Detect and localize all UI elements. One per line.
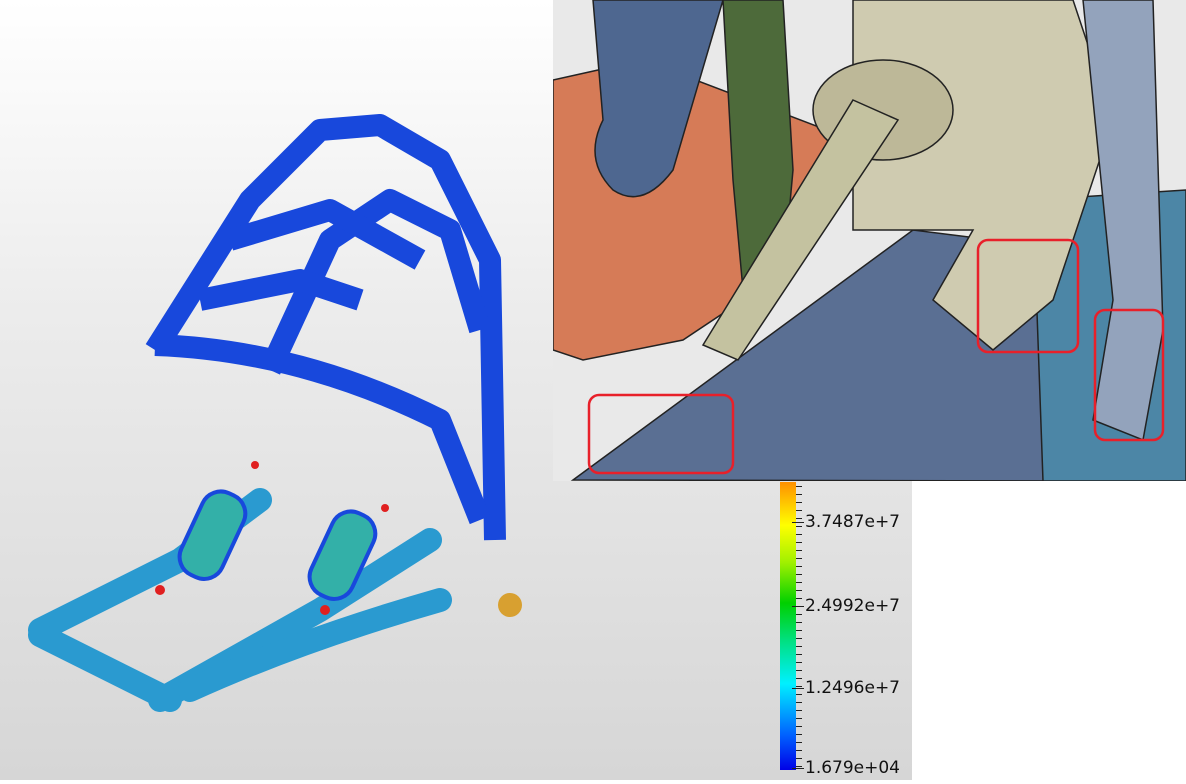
cylinders	[177, 489, 378, 601]
legend-label-mid: 1.2496e+7	[805, 678, 901, 698]
legend-minor-tick	[796, 486, 802, 487]
legend-minor-tick	[796, 566, 802, 567]
legend-minor-tick	[796, 638, 802, 639]
legend-minor-tick	[796, 494, 802, 495]
legend-minor-tick	[796, 734, 802, 735]
legend-minor-tick	[796, 526, 802, 527]
cad-render	[553, 0, 1186, 481]
legend-minor-tick	[796, 502, 802, 503]
legend-minor-tick	[796, 726, 802, 727]
legend-tick	[792, 522, 804, 523]
legend-minor-tick	[796, 654, 802, 655]
legend-minor-tick	[796, 550, 802, 551]
legend-minor-tick	[796, 678, 802, 679]
legend-minor-tick	[796, 518, 802, 519]
legend-label-min: 1.679e+04	[805, 758, 901, 778]
legend-minor-tick	[796, 510, 802, 511]
legend-label-max: 3.7487e+7	[805, 512, 901, 532]
legend-minor-tick	[796, 718, 802, 719]
legend-label-high: 2.4992e+7	[805, 596, 901, 616]
legend-tick	[792, 688, 804, 689]
legend-minor-tick	[796, 606, 802, 607]
legend-minor-tick	[796, 710, 802, 711]
legend-minor-tick	[796, 742, 802, 743]
legend-minor-tick	[796, 614, 802, 615]
bracket-frame	[145, 114, 506, 541]
legend-minor-tick	[796, 702, 802, 703]
legend-minor-tick	[796, 582, 802, 583]
legend-minor-tick	[796, 694, 802, 695]
legend-minor-tick	[796, 534, 802, 535]
legend-minor-tick	[796, 670, 802, 671]
legend-minor-tick	[796, 758, 802, 759]
legend-minor-tick	[796, 598, 802, 599]
legend-minor-tick	[796, 662, 802, 663]
legend-minor-tick	[796, 766, 802, 767]
legend-minor-tick	[796, 750, 802, 751]
legend-minor-tick	[796, 542, 802, 543]
legend-minor-tick	[796, 574, 802, 575]
color-scale-bar	[780, 482, 796, 770]
legend-minor-tick	[796, 622, 802, 623]
legend-minor-tick	[796, 686, 802, 687]
legend-tick	[792, 768, 804, 769]
legend-minor-tick	[796, 590, 802, 591]
legend-minor-tick	[796, 630, 802, 631]
legend-minor-tick	[796, 558, 802, 559]
legend-minor-tick	[796, 646, 802, 647]
cad-assembly-view[interactable]	[553, 0, 1186, 481]
